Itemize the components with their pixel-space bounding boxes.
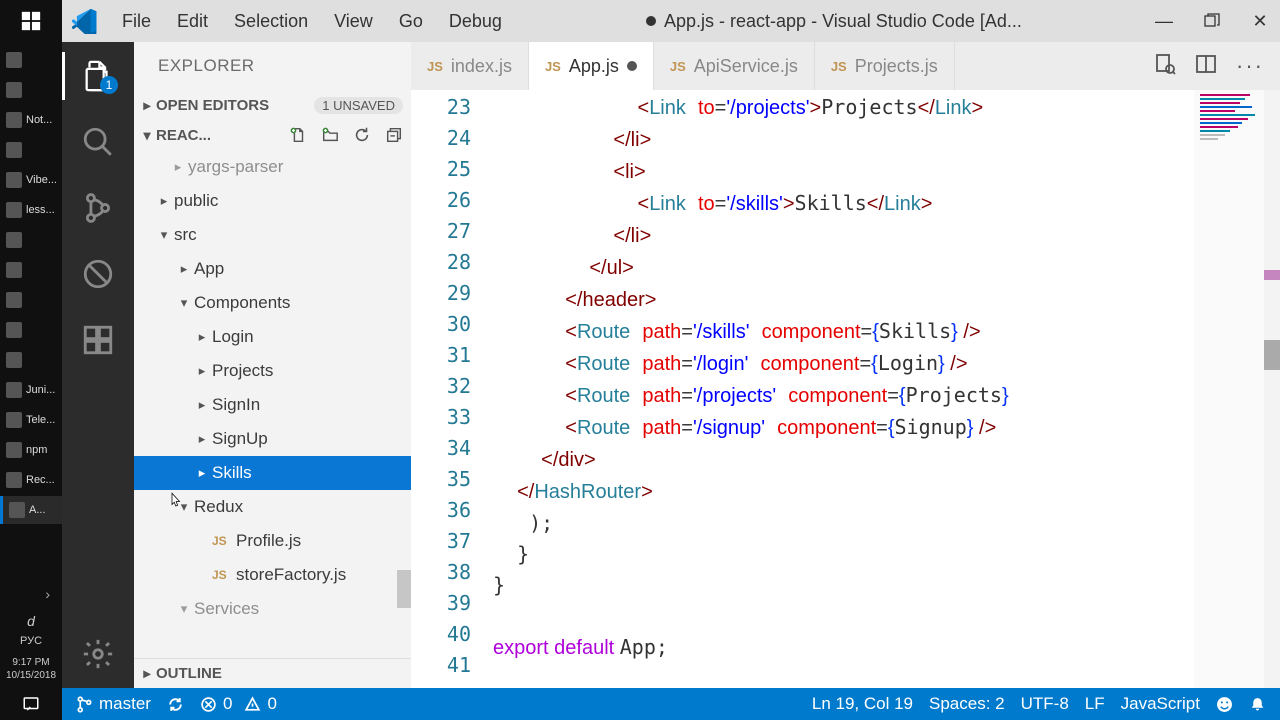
tree-item-skills[interactable]: ▸Skills — [134, 456, 411, 490]
taskbar-app-folder[interactable]: less... — [0, 196, 62, 224]
tab-app-js[interactable]: JSApp.js — [529, 42, 654, 90]
activity-bar: 1 — [62, 42, 134, 688]
menu-selection[interactable]: Selection — [222, 7, 320, 36]
taskbar-app-taskview[interactable] — [0, 76, 62, 104]
editor-scrollbar[interactable] — [1264, 90, 1280, 688]
tree-item-login[interactable]: ▸Login — [134, 320, 411, 354]
taskbar-app-c[interactable] — [0, 286, 62, 314]
system-tray[interactable]: d РУС 9:17 PM 10/15/2018 — [0, 606, 62, 688]
project-header[interactable]: ▾ REAC... — [134, 120, 411, 150]
outline-header[interactable]: ▸ OUTLINE — [134, 658, 411, 688]
maximize-button[interactable] — [1202, 11, 1222, 31]
tab-apiservice-js[interactable]: JSApiService.js — [654, 42, 815, 90]
sync-icon[interactable] — [167, 696, 184, 713]
editor-area: JSindex.jsJSApp.jsJSApiService.jsJSProje… — [411, 42, 1280, 688]
tree-item-signup[interactable]: ▸SignUp — [134, 422, 411, 456]
language-mode[interactable]: JavaScript — [1121, 694, 1200, 714]
refresh-icon[interactable] — [351, 124, 373, 146]
taskbar-app-chrome[interactable]: Juni... — [0, 376, 62, 404]
extensions-icon[interactable] — [78, 320, 118, 360]
close-button[interactable]: ✕ — [1250, 11, 1270, 31]
new-folder-icon[interactable] — [319, 124, 341, 146]
chevron-right-icon: ▸ — [138, 665, 156, 682]
taskbar-app-rec[interactable]: Rec... — [0, 466, 62, 494]
tree-item-yargs-parser[interactable]: ▸yargs-parser — [134, 150, 411, 184]
unsaved-dot-icon — [646, 16, 656, 26]
taskbar-app-cmd[interactable]: npm — [0, 436, 62, 464]
scrollbar-thumb[interactable] — [1264, 340, 1280, 370]
more-actions-icon[interactable]: ··· — [1236, 53, 1264, 79]
tree-item-services[interactable]: ▾Services — [134, 592, 411, 626]
tree-item-src[interactable]: ▾src — [134, 218, 411, 252]
vscode-logo-icon — [72, 8, 98, 34]
taskbar-app-viber[interactable]: Vibe... — [0, 166, 62, 194]
open-changes-icon[interactable] — [1152, 52, 1176, 81]
indent-setting[interactable]: Spaces: 2 — [929, 694, 1005, 714]
taskbar-expand-icon[interactable]: › — [0, 582, 62, 606]
explorer-title: EXPLORER — [134, 42, 411, 90]
minimize-button[interactable]: — — [1154, 11, 1174, 31]
taskbar-app-vs[interactable] — [0, 136, 62, 164]
menu-go[interactable]: Go — [387, 7, 435, 36]
problems[interactable]: 0 0 — [200, 694, 277, 714]
source-control-icon[interactable] — [78, 188, 118, 228]
menu-view[interactable]: View — [322, 7, 385, 36]
tab-bar: JSindex.jsJSApp.jsJSApiService.jsJSProje… — [411, 42, 1280, 90]
explorer-badge: 1 — [100, 76, 118, 94]
file-tree: ▸yargs-parser▸public▾src▸App▾Components▸… — [134, 150, 411, 658]
tree-item-projects[interactable]: ▸Projects — [134, 354, 411, 388]
tree-item-components[interactable]: ▾Components — [134, 286, 411, 320]
unsaved-badge: 1 UNSAVED — [314, 97, 403, 114]
settings-gear-icon[interactable] — [78, 634, 118, 674]
tab-projects-js[interactable]: JSProjects.js — [815, 42, 955, 90]
taskbar-app-edge[interactable]: Not... — [0, 106, 62, 134]
tree-item-app[interactable]: ▸App — [134, 252, 411, 286]
notifications-bell-icon[interactable] — [1249, 696, 1266, 713]
taskbar-app-cortana[interactable] — [0, 46, 62, 74]
taskbar-app-ws[interactable] — [0, 256, 62, 284]
feedback-smiley-icon[interactable] — [1216, 696, 1233, 713]
code-editor[interactable]: <Link to='/projects'>Projects</Link> </l… — [493, 90, 1194, 688]
tree-scrollbar-thumb[interactable] — [397, 570, 411, 608]
tree-item-storefactory-js[interactable]: JSstoreFactory.js — [134, 558, 411, 592]
taskbar-app-vscode[interactable]: A... — [0, 496, 62, 524]
debug-icon[interactable] — [78, 254, 118, 294]
tab-index-js[interactable]: JSindex.js — [411, 42, 529, 90]
taskbar-app-telegram[interactable]: Tele... — [0, 406, 62, 434]
window-title: App.js - react-app - Visual Studio Code … — [514, 11, 1154, 32]
windows-taskbar: Not... Vibe...less... Juni...Tele...npmRec… — [0, 0, 62, 720]
menu-edit[interactable]: Edit — [165, 7, 220, 36]
explorer-icon[interactable]: 1 — [78, 56, 118, 96]
tree-item-signin[interactable]: ▸SignIn — [134, 388, 411, 422]
git-branch[interactable]: master — [76, 694, 151, 714]
eol[interactable]: LF — [1085, 694, 1105, 714]
explorer-sidebar: EXPLORER ▸ OPEN EDITORS 1 UNSAVED ▾ REAC… — [134, 42, 411, 688]
vscode-window: FileEditSelectionViewGoDebug App.js - re… — [62, 0, 1280, 720]
chevron-right-icon: ▸ — [138, 97, 156, 114]
split-editor-icon[interactable] — [1194, 52, 1218, 81]
dirty-dot-icon — [627, 61, 637, 71]
taskbar-app-opera[interactable] — [0, 346, 62, 374]
menu-file[interactable]: File — [110, 7, 163, 36]
titlebar: FileEditSelectionViewGoDebug App.js - re… — [62, 0, 1280, 42]
open-editors-header[interactable]: ▸ OPEN EDITORS 1 UNSAVED — [134, 90, 411, 120]
collapse-all-icon[interactable] — [383, 124, 405, 146]
minimap[interactable] — [1194, 90, 1264, 688]
search-icon[interactable] — [78, 122, 118, 162]
line-number-gutter: 23 24 25 26 27 28 29 30 31 32 33 34 35 3… — [411, 90, 493, 688]
start-button[interactable] — [0, 0, 62, 42]
tree-item-profile-js[interactable]: JSProfile.js — [134, 524, 411, 558]
notification-icon[interactable] — [0, 688, 62, 720]
taskbar-app-vs2[interactable] — [0, 226, 62, 254]
encoding[interactable]: UTF-8 — [1021, 694, 1069, 714]
new-file-icon[interactable] — [287, 124, 309, 146]
status-bar: master 0 0 Ln 19, Col 19 Spaces: 2 UTF-8… — [62, 688, 1280, 720]
taskbar-app-q[interactable] — [0, 316, 62, 344]
cursor-position[interactable]: Ln 19, Col 19 — [812, 694, 913, 714]
mouse-cursor-icon — [166, 491, 184, 509]
tree-item-public[interactable]: ▸public — [134, 184, 411, 218]
chevron-down-icon: ▾ — [138, 127, 156, 144]
menu-debug[interactable]: Debug — [437, 7, 514, 36]
